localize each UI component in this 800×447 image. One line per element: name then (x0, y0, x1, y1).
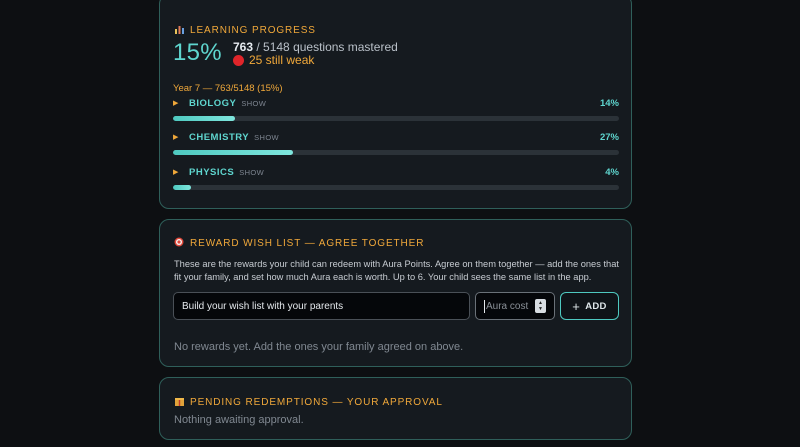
pending-redemptions-card: PENDING REDEMPTIONS — YOUR APPROVAL Noth… (159, 377, 632, 440)
wish-list-empty-text: No rewards yet. Add the ones your family… (174, 341, 464, 353)
plus-icon: + (572, 298, 581, 314)
learning-progress-title: LEARNING PROGRESS (190, 25, 316, 36)
subject-name: BIOLOGY (189, 97, 237, 109)
progress-bar-fill (173, 185, 191, 190)
mastered-count: 763 (233, 40, 254, 54)
gift-icon (174, 396, 184, 408)
text-caret (484, 300, 485, 313)
subject-name: PHYSICS (189, 166, 235, 178)
subject-row-physics[interactable]: ▶ PHYSICS SHOW 4% (173, 165, 619, 195)
aura-cost-input[interactable] (486, 293, 534, 319)
target-icon (174, 237, 184, 249)
expand-arrow-icon[interactable]: ▶ (173, 99, 189, 107)
aura-cost-field[interactable]: ▲▼ (475, 292, 555, 320)
progress-bar-track (173, 150, 619, 155)
expand-arrow-icon[interactable]: ▶ (173, 133, 189, 141)
red-circle-icon (233, 54, 244, 66)
mastered-summary: 763 / 5148 questions mastered (233, 40, 398, 54)
progress-bar-fill (173, 116, 236, 121)
subject-name: CHEMISTRY (189, 131, 250, 143)
expand-arrow-icon[interactable]: ▶ (173, 168, 189, 176)
show-toggle[interactable]: SHOW (239, 168, 264, 177)
wish-list-heading: REWARD WISH LIST — AGREE TOGETHER (174, 237, 424, 249)
pending-heading: PENDING REDEMPTIONS — YOUR APPROVAL (174, 396, 443, 408)
wish-list-title: REWARD WISH LIST — AGREE TOGETHER (190, 237, 425, 249)
reward-wish-list-card: REWARD WISH LIST — AGREE TOGETHER These … (159, 219, 632, 367)
year-progress-line: Year 7 — 763/5148 (15%) (173, 83, 283, 94)
add-button-label: ADD (585, 300, 607, 312)
show-toggle[interactable]: SHOW (241, 99, 266, 108)
overall-percent: 15% (173, 39, 222, 66)
mastered-total-text: / 5148 questions mastered (253, 40, 398, 54)
progress-bar-track (173, 185, 619, 190)
wish-list-description: These are the rewards your child can red… (174, 259, 619, 282)
subject-percent: 27% (599, 131, 619, 143)
progress-bar-fill (173, 150, 294, 155)
learning-progress-heading: LEARNING PROGRESS (174, 25, 316, 36)
show-toggle[interactable]: SHOW (254, 133, 279, 142)
learning-progress-card: LEARNING PROGRESS 15% 763 / 5148 questio… (159, 0, 632, 209)
reward-name-input[interactable] (173, 292, 470, 320)
subject-percent: 4% (605, 166, 619, 178)
bar-chart-icon (174, 25, 184, 36)
progress-bar-track (173, 116, 619, 121)
weak-summary: 25 still weak (233, 53, 314, 67)
subject-row-biology[interactable]: ▶ BIOLOGY SHOW 14% (173, 96, 619, 126)
pending-title: PENDING REDEMPTIONS — YOUR APPROVAL (190, 396, 443, 408)
subject-row-chemistry[interactable]: ▶ CHEMISTRY SHOW 27% (173, 130, 619, 160)
add-reward-button[interactable]: + ADD (560, 292, 619, 320)
subject-percent: 14% (599, 97, 619, 109)
pending-empty-text: Nothing awaiting approval. (174, 414, 304, 426)
weak-count-text: 25 still weak (249, 53, 315, 67)
number-spinner-icon[interactable]: ▲ ▼ (535, 299, 546, 313)
